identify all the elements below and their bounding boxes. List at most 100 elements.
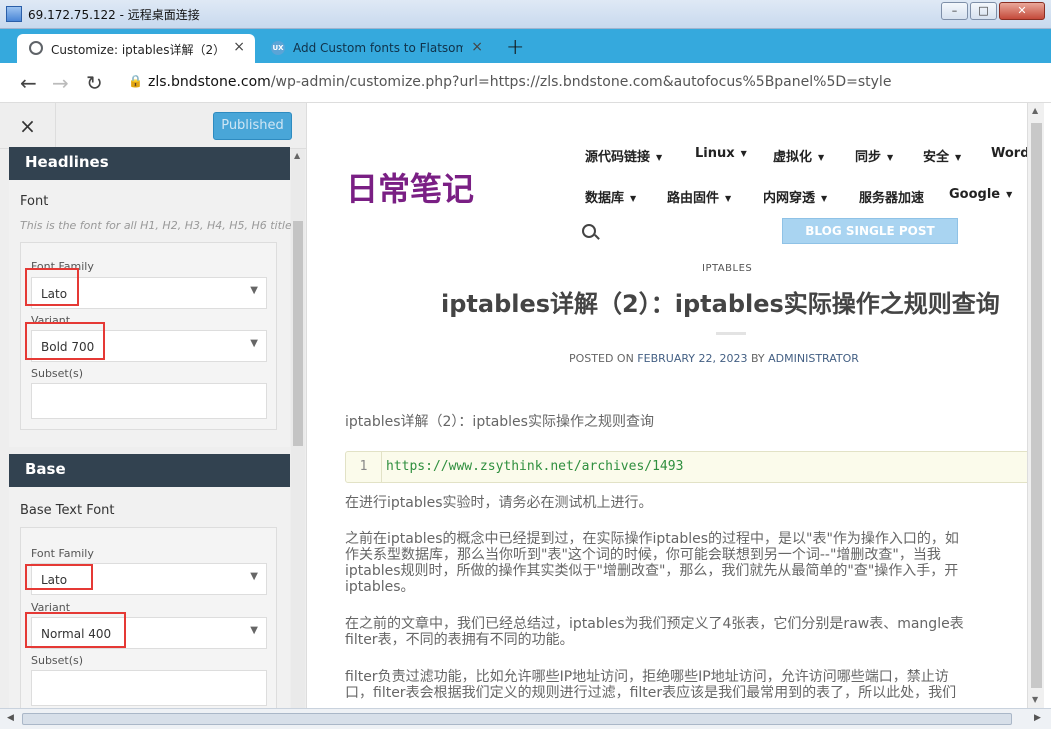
back-icon[interactable]: ← [20, 71, 37, 95]
nav-item-server-acceleration[interactable]: 服务器加速 [859, 187, 924, 206]
tab-label: Customize: iptables详解（2）：i [51, 43, 221, 57]
scroll-left-icon[interactable]: ◀ [7, 713, 14, 723]
chevron-down-icon: ▼ [250, 338, 258, 349]
headlines-font-title: Font [20, 194, 49, 209]
lock-icon[interactable]: 🔒 [128, 74, 143, 88]
nav-label: Word [991, 146, 1027, 161]
post-paragraph: 在之前的文章中，我们已经总结过，iptables为我们预定义了4张表，它们分别是… [345, 616, 964, 632]
nav-label: Linux [695, 146, 735, 161]
nav-item-source-links[interactable]: 源代码链接 ▼ [585, 146, 662, 165]
browser-toolbar: ← → ↻ 🔒 zls.bndstone.com/wp-admin/custom… [0, 63, 1051, 103]
nav-label: 安全 [923, 150, 950, 165]
nav-item-security[interactable]: 安全 ▼ [923, 146, 961, 165]
post-paragraph: filter负责过滤功能，比如允许哪些IP地址访问，拒绝哪些IP地址访问，允许访… [345, 669, 949, 685]
nav-label: 源代码链接 [585, 150, 651, 165]
nav-label: 路由固件 [667, 191, 720, 206]
nav-label: Google [949, 187, 1001, 202]
post-title: iptables详解（2）：iptables实际操作之规则查询 [441, 290, 1000, 318]
post-paragraph: filter表，不同的表拥有不同的功能。 [345, 632, 574, 648]
post-paragraph: iptables。 [345, 579, 415, 595]
browser-tab-bar: Customize: iptables详解（2）：i × UX Add Cust… [0, 29, 1051, 63]
address-bar[interactable]: zls.bndstone.com/wp-admin/customize.php?… [148, 74, 891, 90]
post-category[interactable]: IPTABLES [702, 263, 752, 274]
subset-label: Subset(s) [31, 654, 84, 667]
section-base-body: Base Text Font Font Family Lato ▼ Varian… [9, 487, 290, 708]
highlight-box [25, 322, 105, 360]
post-paragraph: iptables详解（2）：iptables实际操作之规则查询 [345, 414, 654, 430]
new-tab-button[interactable]: + [506, 35, 524, 60]
chevron-down-icon: ▼ [818, 153, 825, 162]
tab-label: Add Custom fonts to Flatsome [293, 41, 463, 55]
nav-item-google[interactable]: Google ▼ [949, 187, 1012, 202]
chevron-down-icon: ▼ [656, 153, 663, 162]
scroll-up-icon[interactable]: ▲ [294, 151, 300, 160]
post-paragraph: iptables规则时，所做的操作其实类似于"增删改查"，那么，我们就先从最简单… [345, 563, 959, 579]
highlight-box [25, 612, 126, 648]
publish-button[interactable]: Published [213, 112, 292, 140]
section-headlines-body: Font This is the font for all H1, H2, H3… [9, 180, 301, 447]
nav-label: 虚拟化 [773, 150, 813, 165]
code-line-number: 1 [346, 452, 382, 482]
site-logo[interactable]: 日常笔记 [346, 164, 474, 210]
customizer-header: × Published [0, 103, 306, 149]
post-paragraph: 在进行iptables实验时，请务必在测试机上进行。 [345, 495, 653, 511]
tab-add-custom-fonts[interactable]: UX Add Custom fonts to Flatsome × [259, 34, 493, 63]
url-path: /wp-admin/customize.php?url=https://zls.… [270, 74, 892, 90]
url-host: zls.bndstone.com [148, 74, 271, 90]
code-block: 1 https://www.zsythink.net/archives/1493 [345, 451, 1027, 483]
post-paragraph: 口，filter表会根据我们定义的规则进行过滤，filter表应该是我们最常用到… [345, 685, 957, 701]
search-icon[interactable] [582, 224, 596, 238]
scroll-down-icon[interactable]: ▼ [1032, 695, 1038, 704]
nav-item-sync[interactable]: 同步 ▼ [855, 146, 893, 165]
post-meta: POSTED ON FEBRUARY 22, 2023 BY ADMINISTR… [569, 352, 859, 365]
scrollbar-thumb[interactable] [22, 713, 1012, 725]
headlines-font-description: This is the font for all H1, H2, H3, H4,… [20, 219, 301, 232]
nav-item-database[interactable]: 数据库 ▼ [585, 187, 636, 206]
scrollbar-thumb[interactable] [293, 221, 303, 446]
post-date-link[interactable]: FEBRUARY 22, 2023 [637, 352, 747, 365]
nav-item-virtualization[interactable]: 虚拟化 ▼ [773, 146, 824, 165]
chevron-down-icon: ▼ [630, 194, 637, 203]
nav-item-router-firmware[interactable]: 路由固件 ▼ [667, 187, 731, 206]
post-author-link[interactable]: ADMINISTRATOR [768, 352, 859, 365]
rdp-window-title: 69.172.75.122 - 远程桌面连接 [28, 8, 200, 22]
scroll-right-icon[interactable]: ▶ [1034, 713, 1041, 723]
maximize-button[interactable]: □ [970, 2, 997, 20]
base-subset-input[interactable] [31, 670, 267, 706]
nav-item-nat-traversal[interactable]: 内网穿透 ▼ [763, 187, 827, 206]
chevron-down-icon: ▼ [887, 153, 894, 162]
subset-label: Subset(s) [31, 367, 84, 380]
post-paragraph: 作关系型数据库，那么当你听到"表"这个词的时候，你可能会联想到另一个词--"增删… [345, 547, 941, 563]
nav-item-word[interactable]: Word [991, 146, 1027, 161]
scrollbar-thumb[interactable] [1031, 123, 1042, 688]
ux-icon: UX [271, 41, 285, 55]
tab-close-icon[interactable]: × [233, 39, 245, 55]
blog-single-post-layout-button[interactable]: BLOG SINGLE POST LAYOUT [782, 218, 958, 262]
highlight-box [25, 268, 79, 306]
code-text: https://www.zsythink.net/archives/1493 [386, 459, 684, 474]
headlines-subset-input[interactable] [31, 383, 267, 419]
meta-by: BY [747, 352, 769, 365]
title-divider [716, 332, 746, 335]
nav-label: 内网穿透 [763, 191, 816, 206]
nav-item-linux[interactable]: Linux ▼ [695, 146, 747, 161]
customizer-scrollbar[interactable]: ▲ [291, 149, 305, 708]
nav-label: 服务器加速 [859, 191, 925, 206]
horizontal-scrollbar[interactable]: ◀ ▶ [0, 708, 1051, 729]
minimize-button[interactable]: – [941, 2, 968, 20]
scroll-up-icon[interactable]: ▲ [1032, 106, 1038, 115]
close-window-button[interactable]: ✕ [999, 2, 1045, 20]
close-customizer-icon[interactable]: × [0, 103, 56, 149]
nav-label: 同步 [855, 150, 882, 165]
chevron-down-icon: ▼ [1006, 190, 1013, 199]
tab-customize[interactable]: Customize: iptables详解（2）：i × [17, 34, 255, 63]
section-base-header: Base [9, 454, 290, 487]
site-preview: 日常笔记 源代码链接 ▼ Linux ▼ 虚拟化 ▼ 同步 ▼ 安全 ▼ Word 数据库… [308, 103, 1027, 708]
font-family-label: Font Family [31, 547, 94, 560]
forward-icon[interactable]: → [52, 71, 69, 95]
nav-label: 数据库 [585, 191, 625, 206]
reload-icon[interactable]: ↻ [86, 71, 103, 95]
base-text-font-title: Base Text Font [20, 503, 115, 518]
preview-scrollbar[interactable]: ▲ ▼ [1027, 103, 1044, 708]
tab-close-icon[interactable]: × [471, 39, 483, 55]
